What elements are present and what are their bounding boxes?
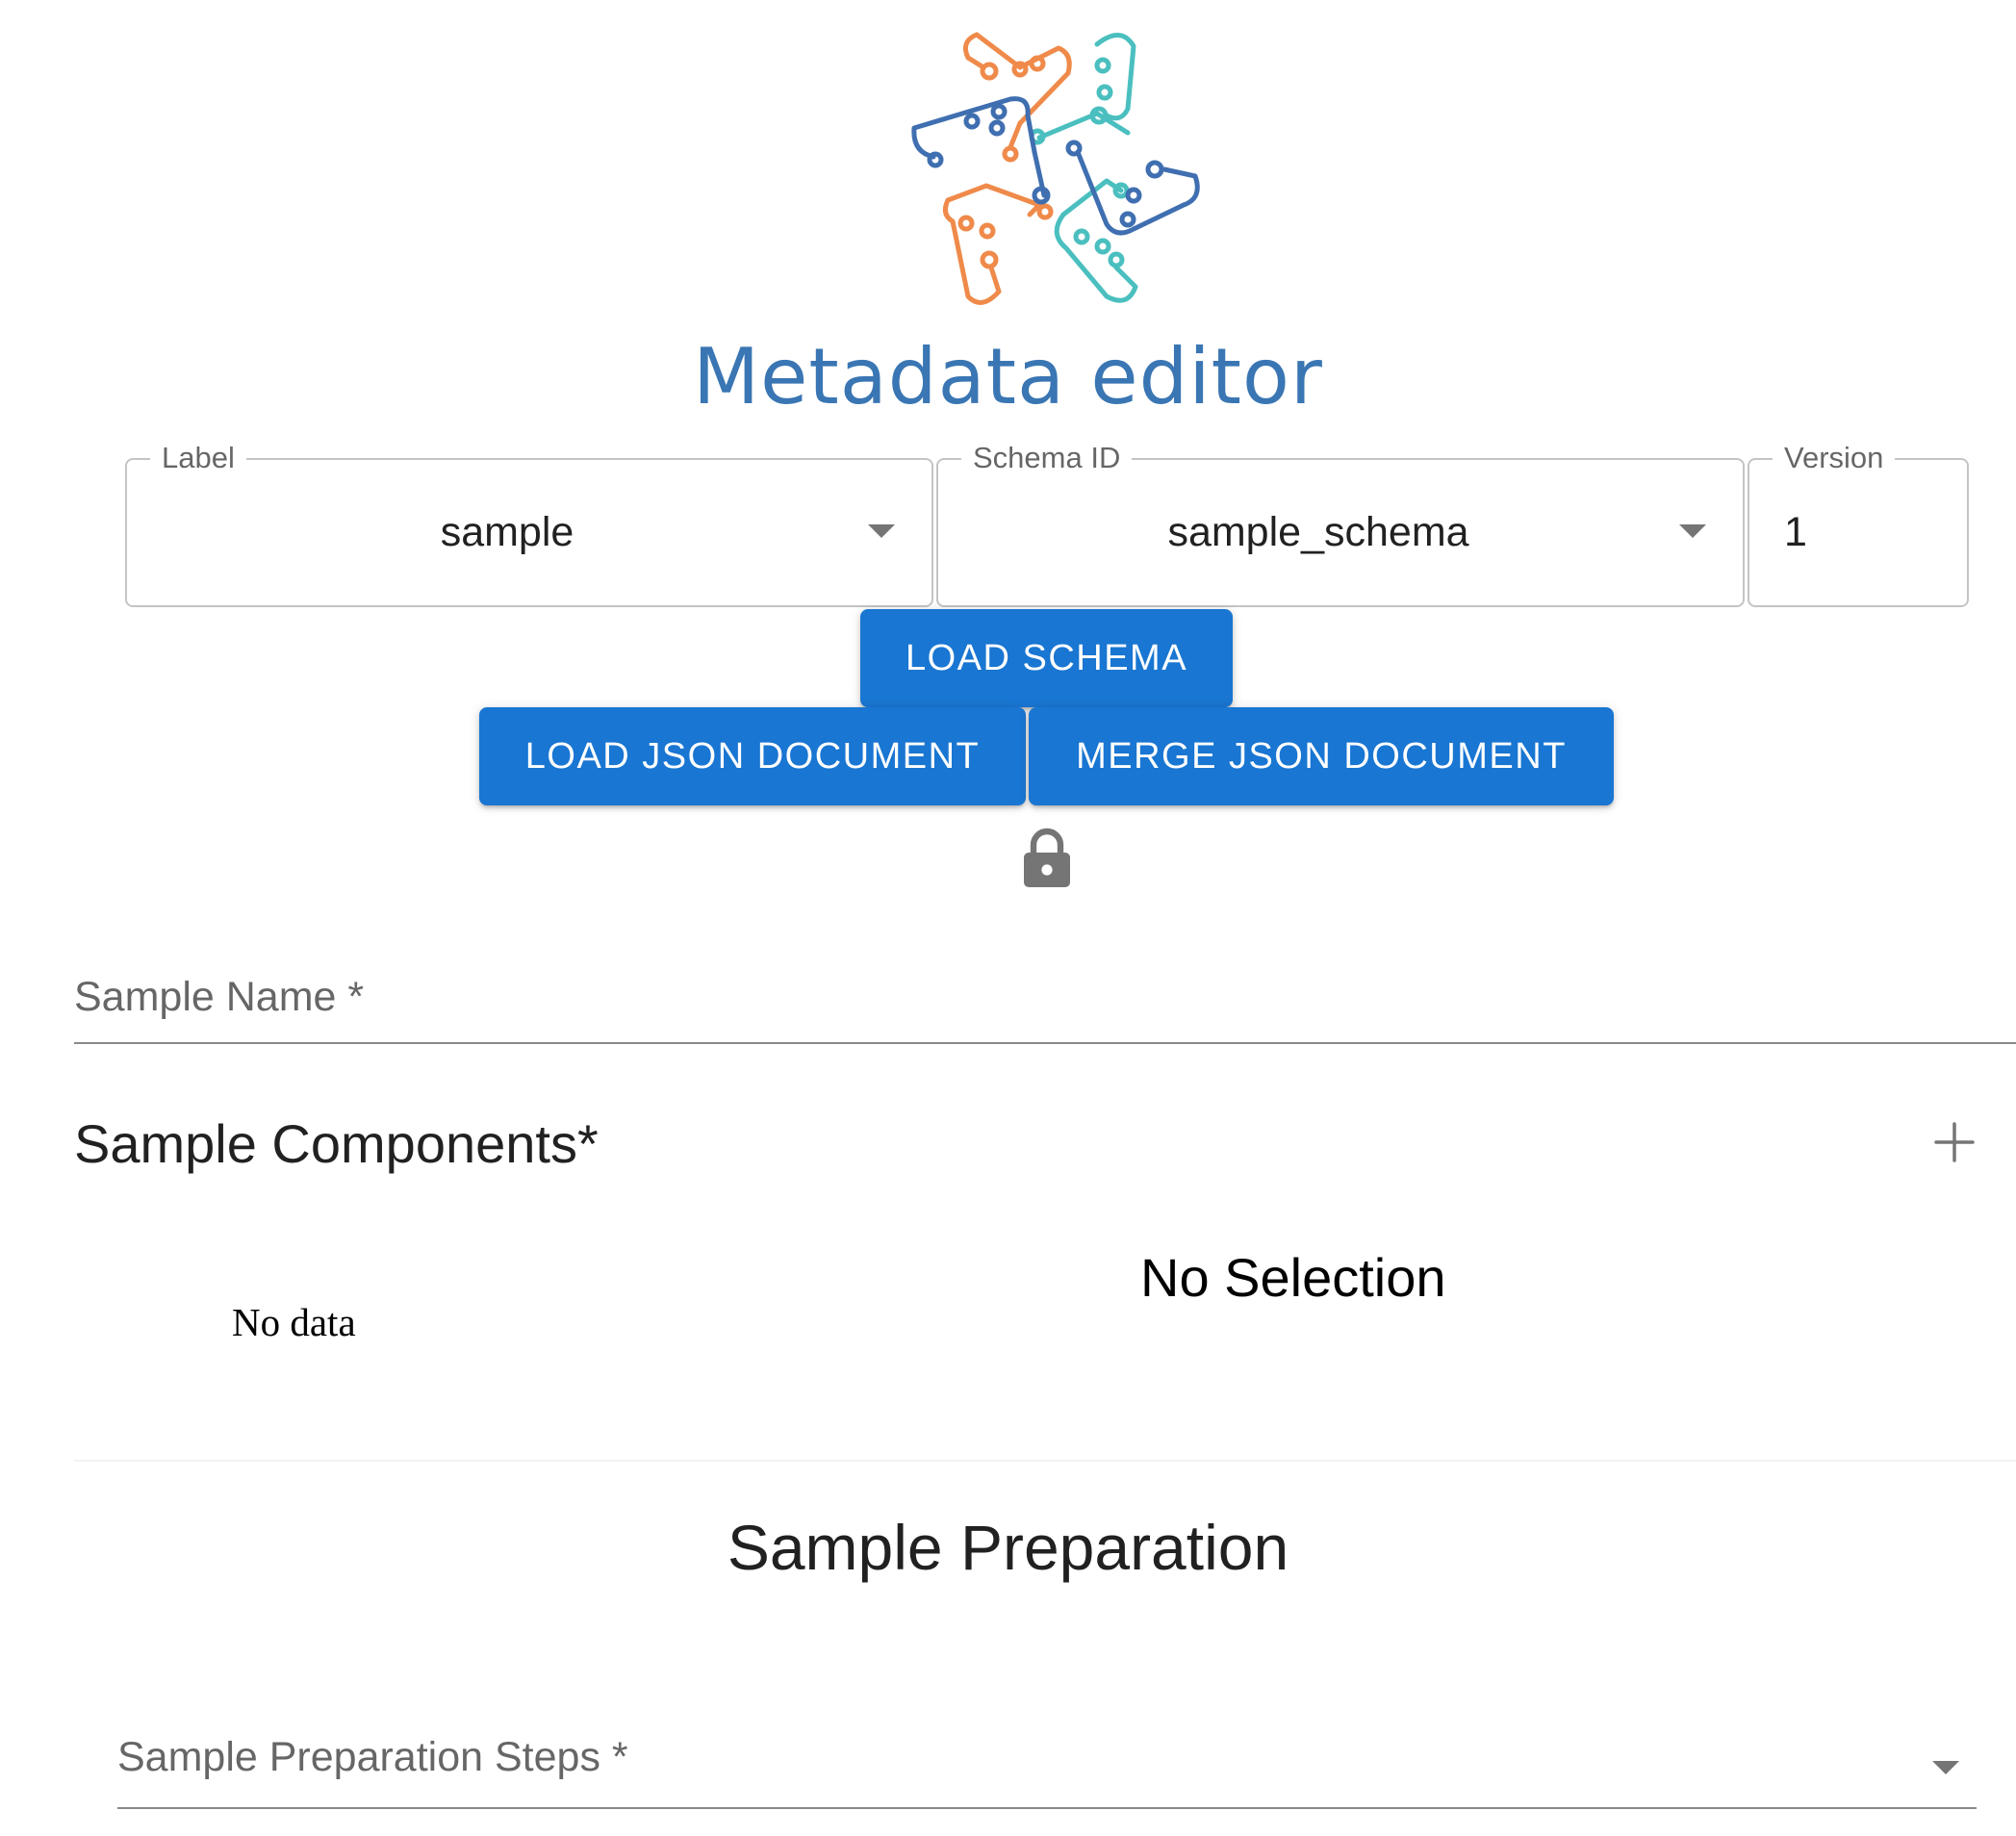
- sample-name-field[interactable]: Sample Name *: [74, 953, 2016, 1044]
- chevron-down-icon[interactable]: [1679, 524, 1706, 538]
- label-select[interactable]: Label sample: [125, 441, 933, 607]
- sample-name-underline: [74, 1041, 2016, 1044]
- components-empty-text: No data: [232, 1300, 356, 1344]
- sample-preparation-steps-select[interactable]: Sample Preparation Steps *: [117, 1722, 1977, 1809]
- plus-icon[interactable]: [1932, 1120, 1977, 1164]
- merge-json-document-button[interactable]: MERGE JSON DOCUMENT: [1029, 707, 1614, 805]
- version-input-value[interactable]: 1: [1784, 460, 1807, 605]
- app-title: Metadata editor: [693, 332, 1323, 421]
- load-schema-button[interactable]: LOAD SCHEMA: [860, 609, 1233, 707]
- chevron-down-icon[interactable]: [1932, 1761, 1959, 1774]
- label-select-value: sample: [440, 509, 574, 555]
- sample-preparation-heading: Sample Preparation: [727, 1512, 1289, 1583]
- sample-name-label: Sample Name *: [74, 974, 365, 1020]
- schema-id-select-value: sample_schema: [1167, 509, 1469, 555]
- metadata-editor-logo-icon: [911, 32, 1200, 305]
- sample-preparation-steps-underline: [117, 1806, 1977, 1809]
- chevron-down-icon[interactable]: [868, 524, 895, 538]
- components-no-selection-text: No Selection: [1140, 1247, 1446, 1308]
- metadata-editor-page: Metadata editor Label sample Schema ID s…: [0, 0, 2016, 1836]
- version-input[interactable]: Version 1: [1748, 441, 1969, 607]
- sample-preparation-steps-label: Sample Preparation Steps *: [117, 1734, 628, 1780]
- load-json-document-button[interactable]: LOAD JSON DOCUMENT: [479, 707, 1026, 805]
- schema-id-select[interactable]: Schema ID sample_schema: [936, 441, 1745, 607]
- lock-icon[interactable]: [1022, 828, 1072, 889]
- section-divider: [74, 1460, 2016, 1462]
- sample-components-heading: Sample Components*: [74, 1113, 599, 1174]
